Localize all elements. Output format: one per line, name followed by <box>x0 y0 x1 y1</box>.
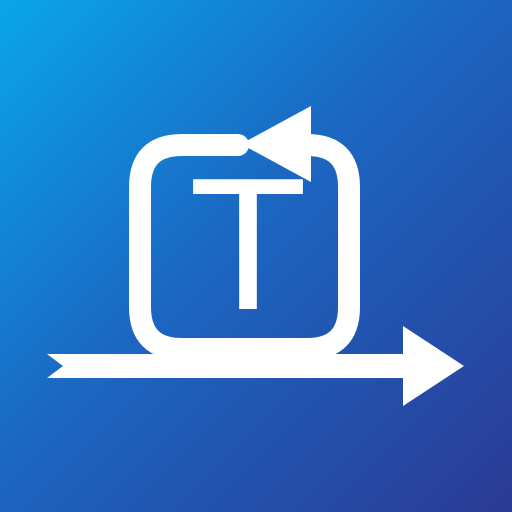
app-icon: T <box>0 0 512 512</box>
rounded-square-loop <box>129 134 360 360</box>
top-left-arrowhead <box>241 106 311 182</box>
loop-arrow-icon <box>47 106 464 406</box>
